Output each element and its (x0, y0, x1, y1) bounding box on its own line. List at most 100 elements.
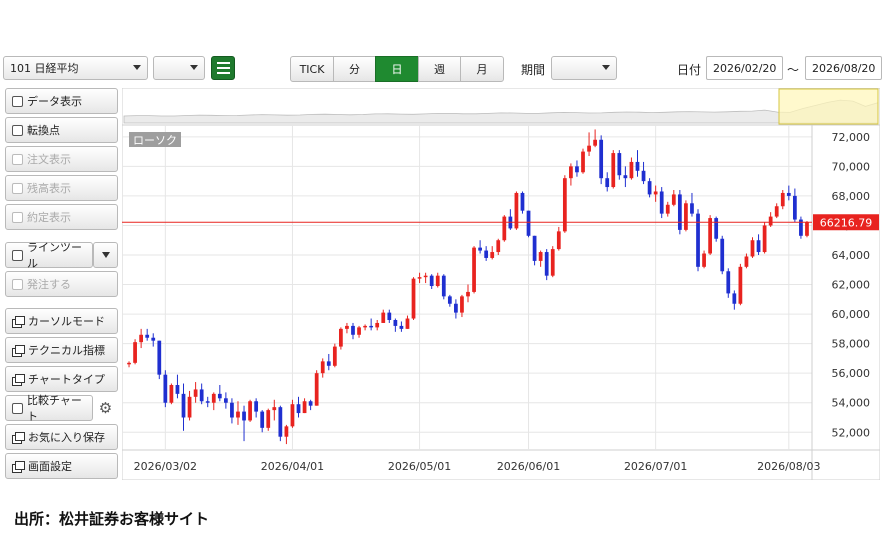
sidebar-item-screen-settings[interactable]: 画面設定 (5, 453, 118, 479)
period-select[interactable] (551, 56, 617, 80)
current-price-label: 66216.79 (820, 216, 873, 229)
x-tick-label: 2026/07/01 (624, 460, 687, 473)
checkbox-icon (12, 249, 23, 261)
candle-body (326, 361, 331, 366)
candle-body (750, 240, 755, 257)
candle-body (435, 275, 440, 287)
overview-range-selector[interactable] (778, 88, 879, 125)
sidebar-item-turning-point[interactable]: 転換点 (5, 117, 118, 143)
x-tick-label: 2026/06/01 (497, 460, 560, 473)
candle-body (375, 322, 380, 328)
symbol-select[interactable]: 101 日経平均 (3, 56, 148, 80)
candle-body (181, 393, 186, 418)
sidebar-item-label: ラインツール (27, 241, 82, 270)
checkbox-icon (12, 95, 23, 107)
sidebar-item-data-display[interactable]: データ表示 (5, 88, 118, 114)
sidebar-item-execution-display[interactable]: 約定表示 (5, 204, 118, 230)
secondary-select[interactable] (153, 56, 205, 80)
date-to-value: 2026/08/20 (812, 61, 876, 75)
date-from-value: 2026/02/20 (713, 61, 777, 75)
x-tick-label: 2026/03/02 (134, 460, 197, 473)
candle-body (520, 192, 525, 211)
candle-body (762, 225, 767, 253)
candle-body (544, 252, 549, 276)
candle-body (139, 334, 144, 343)
compare-settings-button[interactable]: ⚙ (93, 395, 118, 421)
chart-area[interactable]: 72,00070,00068,00066,00064,00062,00060,0… (122, 88, 880, 480)
candle-body (351, 325, 355, 335)
list-menu-button[interactable] (211, 56, 235, 80)
sidebar-item-compare-chart[interactable]: 比較チャート (5, 394, 93, 423)
symbol-select-value: 101 日経平均 (10, 62, 79, 75)
candle-body (393, 320, 398, 326)
x-tick-label: 2026/08/03 (757, 460, 820, 473)
window-icon (12, 315, 25, 328)
sidebar-item-save-favorite[interactable]: お気に入り保存 (5, 424, 118, 450)
candle-body (496, 240, 501, 253)
candle-body (635, 161, 640, 171)
candle-body (169, 385, 174, 403)
candle-body (441, 275, 446, 297)
candle-body (163, 374, 168, 403)
candle-body (690, 203, 694, 214)
candlestick-chart[interactable]: 72,00070,00068,00066,00064,00062,00060,0… (122, 88, 880, 480)
candle-body (290, 404, 295, 427)
candle-body (387, 312, 392, 320)
interval-week[interactable]: 週 (418, 56, 461, 82)
sidebar-item-order-display[interactable]: 注文表示 (5, 146, 118, 172)
candle-body (526, 210, 531, 236)
candle-body (460, 296, 464, 313)
candle-body (708, 218, 713, 254)
window-icon (12, 344, 25, 357)
candle-body (133, 342, 137, 363)
candle-body (211, 393, 216, 403)
y-tick-label: 62,000 (832, 279, 871, 292)
sidebar-item-label: データ表示 (27, 95, 82, 108)
date-label: 日付 (677, 63, 702, 77)
candle-body (780, 192, 785, 207)
y-tick-label: 64,000 (832, 249, 871, 262)
candle-body (357, 327, 361, 335)
candle-body (127, 362, 131, 365)
chevron-down-icon (190, 65, 198, 70)
candle-body (399, 325, 404, 329)
chevron-down-icon (602, 65, 610, 70)
sidebar-item-technical-indicators[interactable]: テクニカル指標 (5, 337, 118, 363)
candle-body (611, 153, 616, 188)
y-tick-label: 54,000 (832, 397, 871, 410)
sidebar-item-cursor-mode[interactable]: カーソルモード (5, 308, 118, 334)
candle-body (514, 192, 519, 229)
candle-body (199, 389, 204, 402)
sidebar-item-balance-display[interactable]: 残高表示 (5, 175, 118, 201)
candle-body (647, 181, 652, 195)
interval-month[interactable]: 月 (460, 56, 504, 82)
sidebar-item-label: お気に入り保存 (28, 431, 105, 444)
line-tool-dropdown-button[interactable] (93, 242, 118, 268)
date-to-input[interactable]: 2026/08/20 (805, 56, 882, 80)
candle-body (538, 252, 543, 261)
candle-body (429, 275, 434, 287)
interval-minute[interactable]: 分 (333, 56, 376, 82)
candle-body (532, 235, 537, 261)
plot-area (122, 124, 880, 480)
sidebar-item-label: 発注する (27, 278, 71, 291)
sidebar-item-line-tool[interactable]: ラインツール (5, 241, 93, 270)
candle-body (502, 216, 507, 241)
candle-body (332, 346, 337, 366)
sidebar-item-chart-type[interactable]: チャートタイプ (5, 366, 118, 392)
candle-body (302, 401, 307, 414)
interval-day[interactable]: 日 (375, 56, 419, 82)
checkbox-icon (12, 182, 23, 194)
sidebar-item-place-order[interactable]: 発注する (5, 271, 118, 297)
candle-body (587, 145, 591, 152)
y-tick-label: 60,000 (832, 308, 871, 321)
sidebar-item-label: テクニカル指標 (28, 344, 105, 357)
date-from-input[interactable]: 2026/02/20 (706, 56, 783, 80)
candle-body (556, 231, 561, 250)
candle-body (454, 303, 458, 313)
interval-month-label: 月 (476, 63, 488, 76)
y-tick-label: 56,000 (832, 367, 871, 380)
candle-body (278, 407, 283, 437)
interval-tick[interactable]: TICK (290, 56, 334, 82)
candle-body (308, 401, 313, 406)
